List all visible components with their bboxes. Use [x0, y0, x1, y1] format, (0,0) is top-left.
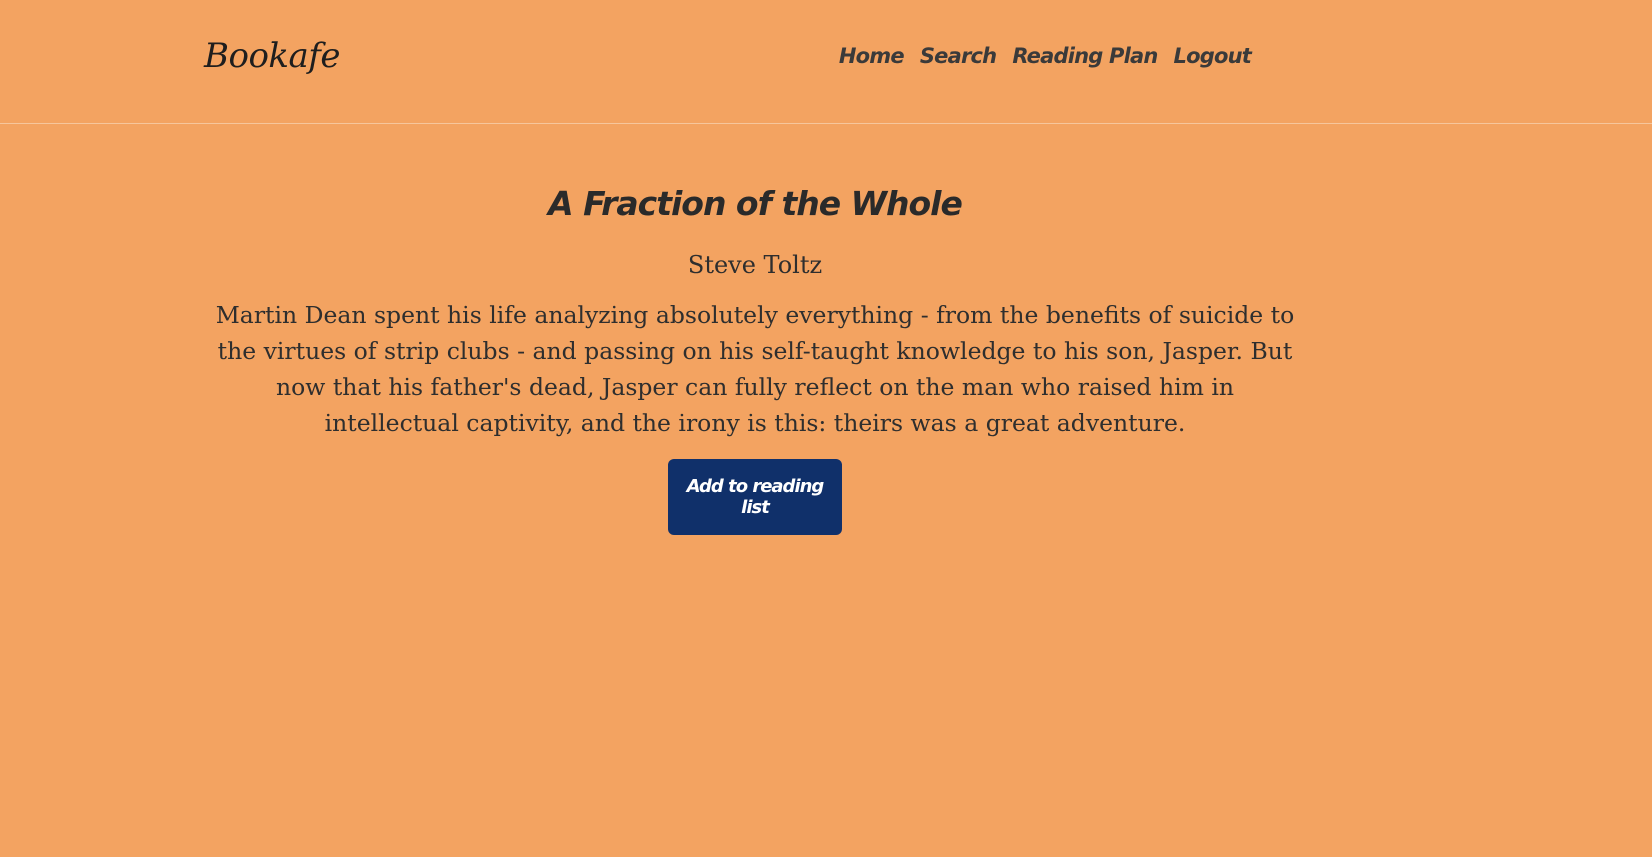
book-detail: A Fraction of the Whole Steve Toltz Mart…	[204, 124, 1306, 535]
add-to-reading-list-button[interactable]: Add to reading list	[668, 459, 842, 535]
nav-home-link[interactable]: Home	[839, 44, 905, 68]
book-author: Steve Toltz	[687, 251, 823, 279]
nav-logout-link[interactable]: Logout	[1174, 44, 1252, 68]
page: Bookafe Home Search Reading Plan Logout …	[0, 0, 1652, 857]
nav-reading-plan-link[interactable]: Reading Plan	[1012, 44, 1158, 68]
navbar: Bookafe Home Search Reading Plan Logout	[0, 0, 1652, 124]
brand-logo[interactable]: Bookafe	[204, 36, 341, 76]
nav-search-link[interactable]: Search	[920, 44, 997, 68]
book-description: Martin Dean spent his life analyzing abs…	[215, 301, 1295, 437]
nav-links: Home Search Reading Plan Logout	[839, 44, 1252, 68]
book-title: A Fraction of the Whole	[548, 184, 963, 223]
